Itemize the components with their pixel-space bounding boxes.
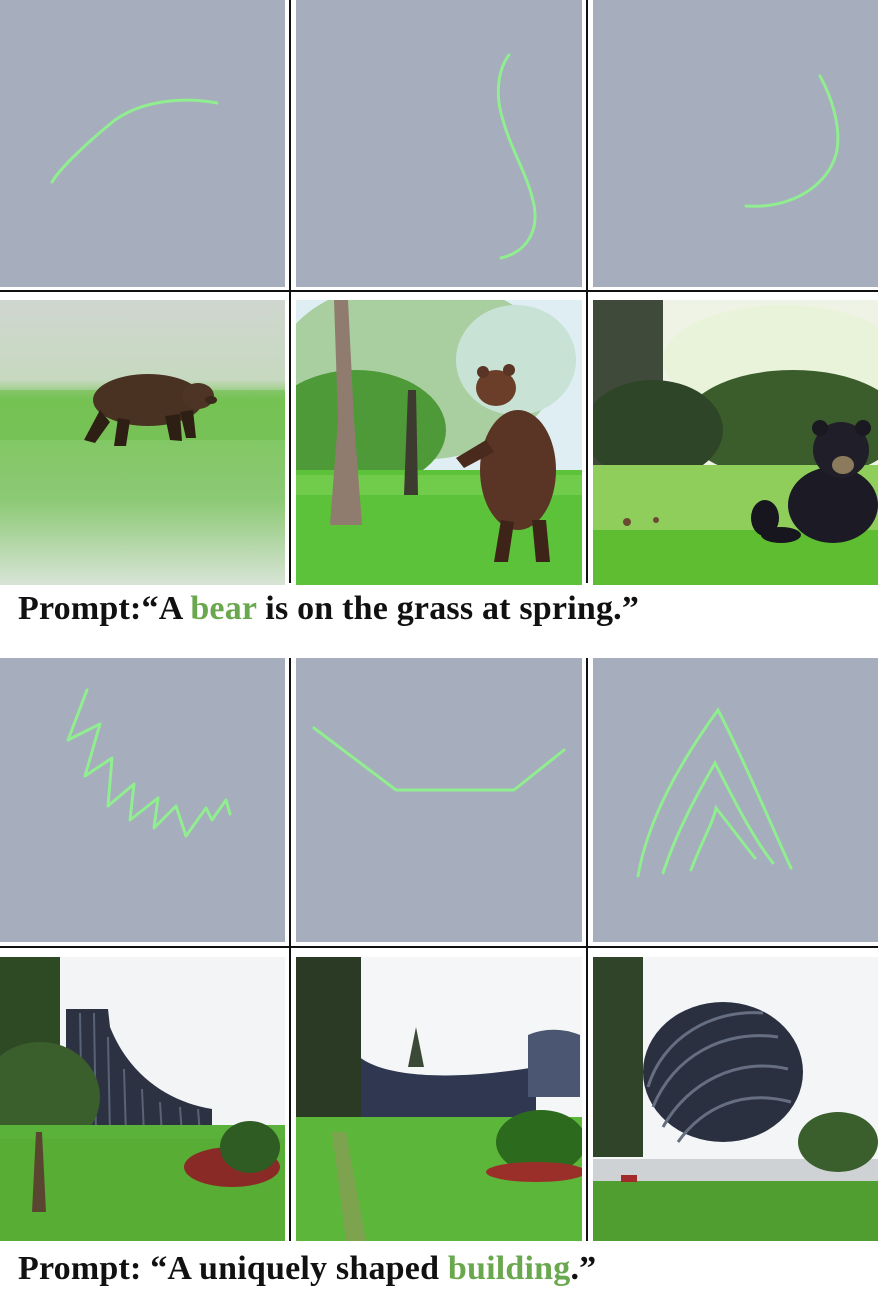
divider	[0, 946, 878, 948]
generated-image-2	[296, 300, 582, 585]
generated-image-4	[0, 957, 285, 1241]
generated-image-1	[0, 300, 285, 585]
prompt-quote: ”	[621, 590, 640, 627]
divider	[586, 948, 588, 1241]
prompt-text: is on the grass at spring.	[256, 590, 622, 627]
sketch-panel-2	[296, 0, 582, 287]
divider	[289, 0, 291, 293]
prompt-text: .	[570, 1250, 580, 1287]
curved-roof-building-image	[296, 957, 582, 1241]
flat-v-stroke-sketch	[296, 658, 582, 942]
egg-shaped-building-image	[593, 957, 878, 1241]
prompt-text: “A uniquely shaped	[150, 1250, 448, 1287]
arc-stroke-sketch	[0, 0, 285, 287]
prompt-label: Prompt:	[18, 1250, 151, 1287]
generated-image-3	[593, 300, 878, 585]
generated-image-6	[593, 957, 878, 1241]
divider	[289, 658, 291, 948]
prompt-caption-1: Prompt:“A bear is on the grass at spring…	[18, 590, 639, 628]
prompt-text: “A	[141, 590, 191, 627]
bear-standing-by-tree-image	[296, 300, 582, 585]
divider	[289, 948, 291, 1241]
figure: { "colors": { "sketch_background": "#a6a…	[0, 0, 878, 1290]
prompt-highlight: bear	[190, 590, 257, 627]
sketch-panel-6	[593, 658, 878, 942]
divider	[586, 0, 588, 293]
prompt-quote: ”	[579, 1250, 597, 1287]
s-curve-stroke-sketch	[296, 0, 582, 287]
sketch-panel-3	[593, 0, 878, 287]
black-bear-sitting-on-lawn-image	[593, 300, 878, 585]
prompt-label: Prompt:	[18, 590, 142, 627]
sketch-panel-1	[0, 0, 285, 287]
bear-walking-on-grass-image	[0, 300, 285, 585]
divider	[289, 293, 291, 583]
prompt-caption-2: Prompt: “A uniquely shaped building.”	[18, 1250, 596, 1288]
divider	[586, 658, 588, 948]
divider	[586, 293, 588, 583]
sketch-panel-4	[0, 658, 285, 942]
sketch-panel-5	[296, 658, 582, 942]
nested-chevrons-stroke-sketch	[593, 658, 878, 942]
generated-image-5	[296, 957, 582, 1241]
j-hook-stroke-sketch	[593, 0, 878, 287]
ramp-building-image	[0, 957, 285, 1241]
prompt-highlight: building	[447, 1250, 571, 1287]
divider	[0, 290, 878, 292]
zigzag-stroke-sketch	[0, 658, 285, 942]
